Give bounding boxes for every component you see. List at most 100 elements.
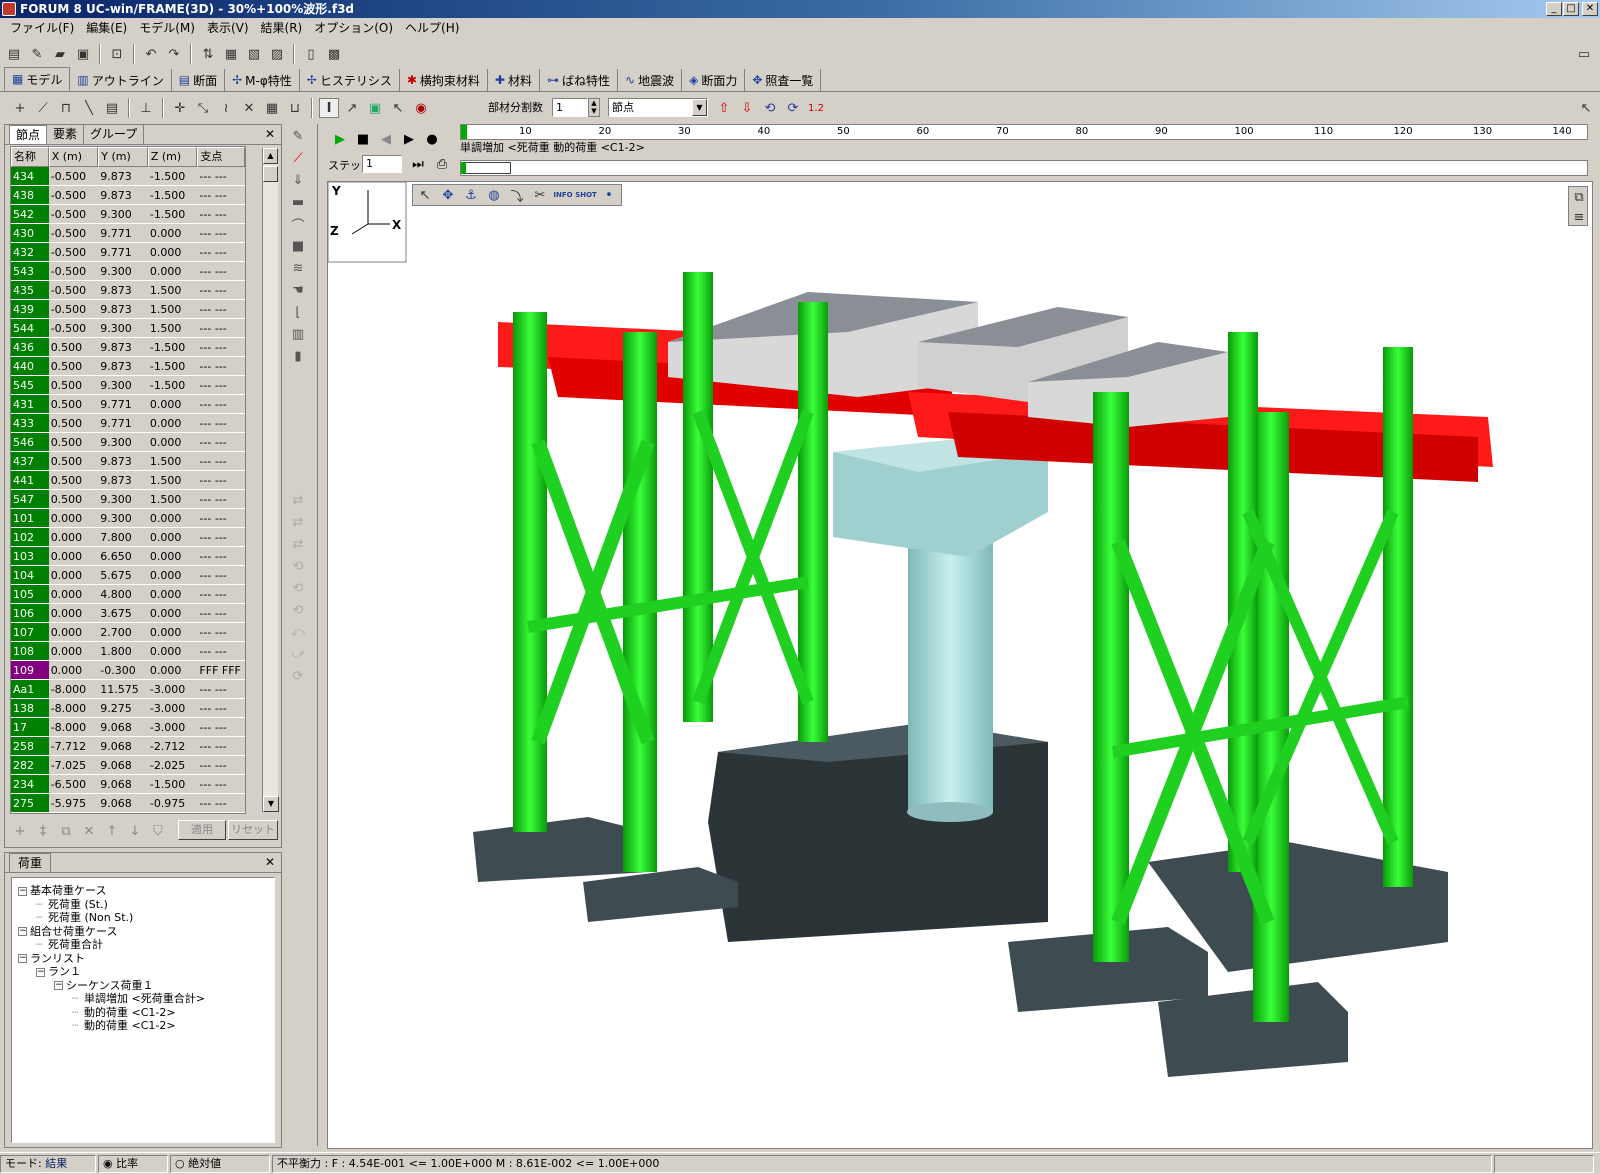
open-file-icon[interactable]: ▰ bbox=[50, 44, 70, 64]
step-forward-icon[interactable]: ▶ bbox=[399, 129, 419, 149]
cell-x[interactable]: -7.025 bbox=[48, 756, 99, 774]
add-row-icon[interactable]: + bbox=[10, 821, 30, 841]
tab-outline[interactable]: ▥ アウトライン bbox=[70, 69, 172, 91]
cell-y[interactable]: 9.300 bbox=[98, 319, 148, 337]
cell-support[interactable]: --- --- bbox=[197, 167, 245, 185]
cell-x[interactable]: -0.500 bbox=[48, 300, 99, 318]
cell-x[interactable]: 0.000 bbox=[48, 604, 99, 622]
pin-icon[interactable]: ⊥ bbox=[136, 98, 156, 118]
wizard-icon[interactable]: ✎ bbox=[27, 44, 47, 64]
cell-name[interactable]: 275 bbox=[11, 794, 49, 812]
cell-y[interactable]: 9.873 bbox=[98, 471, 148, 489]
record-icon[interactable]: ● bbox=[422, 129, 442, 149]
table-row[interactable]: 138 -8.000 9.275 -3.000 --- --- bbox=[11, 699, 245, 718]
target-icon[interactable]: ◉ bbox=[411, 98, 431, 118]
cell-z[interactable]: 1.500 bbox=[147, 300, 198, 318]
cell-name[interactable]: 544 bbox=[11, 319, 49, 337]
view-yp-icon[interactable]: ⤻ bbox=[288, 644, 308, 664]
cell-x[interactable]: 0.500 bbox=[48, 414, 99, 432]
scroll-down-icon[interactable]: ▼ bbox=[263, 796, 279, 812]
cell-y[interactable]: 9.300 bbox=[98, 509, 148, 527]
radio-ratio[interactable]: ◉ 比率 bbox=[98, 1154, 168, 1173]
xy-icon[interactable]: ⇄ bbox=[288, 490, 308, 510]
table-row[interactable]: 106 0.000 3.675 0.000 --- --- bbox=[11, 604, 245, 623]
cell-name[interactable]: 441 bbox=[11, 471, 49, 489]
play-icon[interactable]: ▶ bbox=[330, 129, 350, 149]
cell-name[interactable]: 106 bbox=[11, 604, 49, 622]
cell-z[interactable]: 0.000 bbox=[147, 243, 198, 261]
table-row[interactable]: 101 0.000 9.300 0.000 --- --- bbox=[11, 509, 245, 528]
report-icon[interactable]: ▦ bbox=[221, 44, 241, 64]
cell-y[interactable]: 11.575 bbox=[98, 680, 148, 698]
tree-item[interactable]: ┄ 動的荷重 <C1-2> bbox=[72, 1017, 176, 1033]
table-row[interactable]: 102 0.000 7.800 0.000 --- --- bbox=[11, 528, 245, 547]
cell-y[interactable]: 9.873 bbox=[98, 186, 148, 204]
cross-icon[interactable]: ✕ bbox=[239, 98, 259, 118]
cell-x[interactable]: 0.500 bbox=[48, 395, 99, 413]
cell-x[interactable]: 0.000 bbox=[48, 509, 99, 527]
collapse-icon[interactable]: − bbox=[18, 886, 27, 896]
table-row[interactable]: 437 0.500 9.873 1.500 --- --- bbox=[11, 452, 245, 471]
cell-x[interactable]: -8.000 bbox=[48, 699, 99, 717]
cell-z[interactable]: 0.000 bbox=[147, 433, 198, 451]
cell-y[interactable]: 9.873 bbox=[98, 281, 148, 299]
cell-y[interactable]: 5.675 bbox=[98, 566, 148, 584]
col-support[interactable]: 支点 bbox=[197, 147, 245, 167]
cell-y[interactable]: 9.771 bbox=[98, 414, 148, 432]
redo-icon[interactable]: ↷ bbox=[164, 44, 184, 64]
table-row[interactable]: 436 0.500 9.873 -1.500 --- --- bbox=[11, 338, 245, 357]
cell-y[interactable]: 9.873 bbox=[98, 167, 148, 185]
cell-z[interactable]: 1.500 bbox=[147, 281, 198, 299]
cell-support[interactable]: --- --- bbox=[197, 338, 245, 356]
cell-x[interactable]: 0.000 bbox=[48, 642, 99, 660]
cell-z[interactable]: 0.000 bbox=[147, 528, 198, 546]
cell-z[interactable]: 0.000 bbox=[147, 547, 198, 565]
cell-z[interactable]: 0.000 bbox=[147, 224, 198, 242]
new-file-icon[interactable]: ▤ bbox=[4, 44, 24, 64]
rotate-icon[interactable]: ✥ bbox=[438, 185, 458, 205]
cell-z[interactable]: 1.500 bbox=[147, 490, 198, 508]
tab-section-force[interactable]: ◈ 断面力 bbox=[682, 69, 746, 91]
cell-x[interactable]: -0.500 bbox=[48, 262, 99, 280]
view-q-icon[interactable]: ⟳ bbox=[288, 666, 308, 686]
cell-support[interactable]: --- --- bbox=[197, 737, 245, 755]
calc-sheet-icon[interactable]: ▧ bbox=[244, 44, 264, 64]
cell-name[interactable]: 107 bbox=[11, 623, 49, 641]
table-row[interactable]: 543 -0.500 9.300 0.000 --- --- bbox=[11, 262, 245, 281]
table-row[interactable]: 542 -0.500 9.300 -1.500 --- --- bbox=[11, 205, 245, 224]
cell-z[interactable]: 1.500 bbox=[147, 471, 198, 489]
block-icon[interactable]: ■ bbox=[288, 236, 308, 256]
table-row[interactable]: 109 0.000 -0.300 0.000 FFF FFF bbox=[11, 661, 245, 680]
tab-seismic-wave[interactable]: ∿ 地震波 bbox=[618, 69, 683, 91]
cell-z[interactable]: 0.000 bbox=[147, 642, 198, 660]
cell-name[interactable]: 138 bbox=[11, 699, 49, 717]
cylinder-icon[interactable]: ▮ bbox=[288, 346, 308, 366]
cell-x[interactable]: 0.500 bbox=[48, 433, 99, 451]
cell-name[interactable]: 109 bbox=[11, 661, 49, 679]
divide-icon[interactable]: ⤡ bbox=[193, 98, 213, 118]
collapse-icon[interactable]: − bbox=[54, 981, 63, 990]
cell-support[interactable]: --- --- bbox=[197, 376, 245, 394]
cell-z[interactable]: -3.000 bbox=[147, 718, 198, 736]
tab-model[interactable]: ▦ モデル bbox=[4, 67, 71, 91]
add-support-icon[interactable]: ⊓ bbox=[56, 98, 76, 118]
layers-icon[interactable]: ⧉ bbox=[1569, 187, 1589, 207]
cell-z[interactable]: 1.500 bbox=[147, 319, 198, 337]
cell-name[interactable]: 438 bbox=[11, 186, 49, 204]
cell-y[interactable]: 9.873 bbox=[98, 357, 148, 375]
maximize-button[interactable]: □ bbox=[1563, 2, 1579, 16]
cell-x[interactable]: 0.000 bbox=[48, 585, 99, 603]
cell-y[interactable]: 9.873 bbox=[98, 452, 148, 470]
refresh-icon[interactable]: ⟲ bbox=[760, 98, 780, 118]
cell-support[interactable]: --- --- bbox=[197, 528, 245, 546]
pointer-member-icon[interactable]: ↗ bbox=[342, 98, 362, 118]
camera-icon[interactable]: ⎙ bbox=[432, 154, 452, 174]
table-row[interactable]: 258 -7.712 9.068 -2.712 --- --- bbox=[11, 737, 245, 756]
cell-x[interactable]: -6.500 bbox=[48, 775, 99, 793]
export-icon[interactable]: ▨ bbox=[267, 44, 287, 64]
cell-name[interactable]: 439 bbox=[11, 300, 49, 318]
insert-row-icon[interactable]: ‡ bbox=[33, 821, 53, 841]
rot-x-icon[interactable]: ⟲ bbox=[288, 556, 308, 576]
sync-icon[interactable]: ⟳ bbox=[783, 98, 803, 118]
menu-result[interactable]: 結果(R) bbox=[255, 18, 309, 38]
